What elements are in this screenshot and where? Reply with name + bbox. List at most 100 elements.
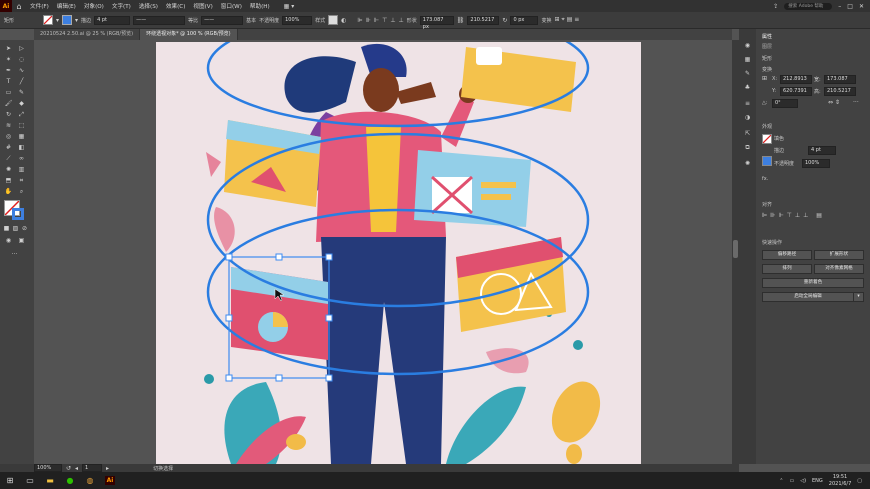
maximize-button[interactable]: □ [847,3,853,10]
stroke-label-panel[interactable]: 描边 [774,147,784,154]
perspective-grid-tool-icon[interactable]: ▦ [17,132,26,141]
opacity-field[interactable]: 100% [282,15,313,25]
more-options-icon[interactable]: ··· [853,99,859,106]
search-input[interactable]: 搜索 Adobe 帮助 [784,2,833,10]
artboards-panel-icon[interactable]: ⧉ [743,143,752,152]
w-field[interactable]: 173.087 [824,75,856,84]
artboard-tool-icon[interactable]: ⬒ [4,176,13,185]
color-panel-icon[interactable]: ◉ [743,41,752,50]
minimize-button[interactable]: – [838,3,841,10]
align-left-icon[interactable]: ⊫ [357,17,362,24]
type-tool-icon[interactable]: T [4,77,13,86]
offset-path-button[interactable]: 偏移路径 [762,250,812,260]
rectangle-tool-icon[interactable]: ▭ [4,88,13,97]
brush-definition[interactable]: —— [201,15,244,25]
warp-tool-icon[interactable]: ≋ [4,121,13,130]
angle-field[interactable]: 0° [772,99,798,108]
stroke-color-box[interactable] [12,208,24,220]
curvature-tool-icon[interactable]: ∿ [17,66,26,75]
expand-shape-button[interactable]: 扩展形状 [814,250,864,260]
recolor-icon[interactable]: ◐ [341,17,346,24]
slice-tool-icon[interactable]: ⌗ [17,176,26,185]
swatches-panel-icon[interactable]: ▦ [743,55,752,64]
volume-icon[interactable]: ◁) [800,478,806,484]
shape-width-field[interactable]: 173.087 px [419,15,454,30]
align-bottom-icon[interactable]: ⊥ [399,17,404,24]
column-graph-tool-icon[interactable]: ▥ [17,165,26,174]
global-edit-button[interactable]: 启动全局编辑 [762,292,854,302]
menu-object[interactable]: 对象(O) [80,2,108,10]
align-top-icon[interactable]: ⊤ [382,17,387,24]
fill-dropdown-icon[interactable]: ▾ [56,17,59,24]
opacity-panel-field[interactable]: 100% [802,159,830,168]
transform-options-icon[interactable]: ⊞ ⌖ ▤ ≡ [554,16,579,24]
h-field[interactable]: 210.5217 [824,87,856,96]
illustrator-taskbar-icon[interactable]: Ai [100,472,120,489]
symbols-panel-icon[interactable]: ♣ [743,83,752,92]
transparency-panel-icon[interactable]: ◑ [743,113,752,122]
export-panel-icon[interactable]: ⇱ [743,129,752,138]
menu-window[interactable]: 窗口(W) [217,2,246,10]
align-center-icon[interactable]: ⊪ [366,17,371,24]
stroke-swatch[interactable] [62,15,73,25]
gradient-tool-icon[interactable]: ◧ [17,143,26,152]
zoom-tool-icon[interactable]: ⌕ [17,187,26,196]
stroke-panel-icon[interactable]: ≡ [743,99,752,108]
y-field[interactable]: 620.7391 [780,87,812,96]
menu-edit[interactable]: 编辑(E) [53,2,80,10]
direct-selection-tool-icon[interactable]: ▷ [17,44,26,53]
eyedropper-tool-icon[interactable]: ⟋ [4,154,13,163]
selection-tool-icon[interactable]: ➤ [4,44,13,53]
close-button[interactable]: ✕ [859,3,864,10]
corner-radius-field[interactable]: 0 px [510,15,539,25]
appearance-panel-icon[interactable]: ✺ [743,159,752,168]
blend-tool-icon[interactable]: ∞ [17,154,26,163]
global-edit-dropdown-icon[interactable]: ▾ [853,292,864,302]
fill-swatch[interactable] [43,15,54,25]
x-field[interactable]: 212.8913 [780,75,812,84]
recolor-button[interactable]: 重新着色 [762,278,864,288]
chrome-icon[interactable]: ◍ [80,472,100,489]
magic-wand-tool-icon[interactable]: ✶ [4,55,13,64]
free-transform-tool-icon[interactable]: ⬚ [17,121,26,130]
tray-up-arrow-icon[interactable]: ⌃ [779,478,783,484]
stroke-swatch-panel[interactable] [762,156,772,166]
draw-mode-icon[interactable]: ◉ [4,236,13,245]
menu-type[interactable]: 文字(T) [108,2,135,10]
notification-icon[interactable]: ▢ [857,478,862,484]
tab-properties[interactable]: 属性 [762,33,772,40]
fill-swatch-panel[interactable] [762,134,772,144]
artboard-number-field[interactable]: 1 [82,464,103,472]
language-indicator[interactable]: ENG [812,478,823,484]
tab-document-2[interactable]: 环绕透视对象* @ 100 % (RGB/预览) [140,29,238,40]
scale-tool-icon[interactable]: ⤢ [17,110,26,119]
scroll-thumb[interactable] [733,240,738,258]
lasso-tool-icon[interactable]: ◌ [17,55,26,64]
wechat-icon[interactable]: ● [60,472,80,489]
mesh-tool-icon[interactable]: # [4,143,13,152]
menu-view[interactable]: 视图(V) [189,2,216,10]
none-mode-icon[interactable]: ⊘ [20,224,29,233]
network-icon[interactable]: ▭ [789,478,794,484]
link-proportions-icon[interactable]: ⛓ [457,17,465,24]
symbol-sprayer-tool-icon[interactable]: ✺ [4,165,13,174]
hand-tool-icon[interactable]: ✋ [4,187,13,196]
align-right-icon[interactable]: ⊩ [374,17,379,24]
screen-mode-icon[interactable]: ▣ [17,236,26,245]
stroke-weight-panel-field[interactable]: 4 pt [808,146,836,155]
menu-help[interactable]: 帮助(H) [246,2,274,10]
shape-height-field[interactable]: 210.5217 [467,15,500,25]
align-pixel-grid-button[interactable]: 对齐像素网格 [814,264,864,274]
line-tool-icon[interactable]: ╱ [17,77,26,86]
menu-effect[interactable]: 效果(C) [162,2,189,10]
tab-layers[interactable]: 图层 [762,43,772,50]
clock[interactable]: 19:51 2021/6/7 [829,474,851,488]
tab-document-1[interactable]: 20210524 2.50.ai @ 25 % (RGB/预览) [34,29,141,40]
app-logo[interactable]: Ai [0,0,12,12]
stroke-dropdown-icon[interactable]: ▾ [75,17,78,24]
next-artboard-icon[interactable]: ▸ [106,465,109,472]
gradient-mode-icon[interactable]: ▨ [11,224,20,233]
align-buttons-icon[interactable]: ⊫⊪⊩⊤⊥⊥ ▤ [762,212,825,219]
home-icon[interactable]: ⌂ [12,2,26,11]
share-icon[interactable]: ⇪ [773,3,778,10]
